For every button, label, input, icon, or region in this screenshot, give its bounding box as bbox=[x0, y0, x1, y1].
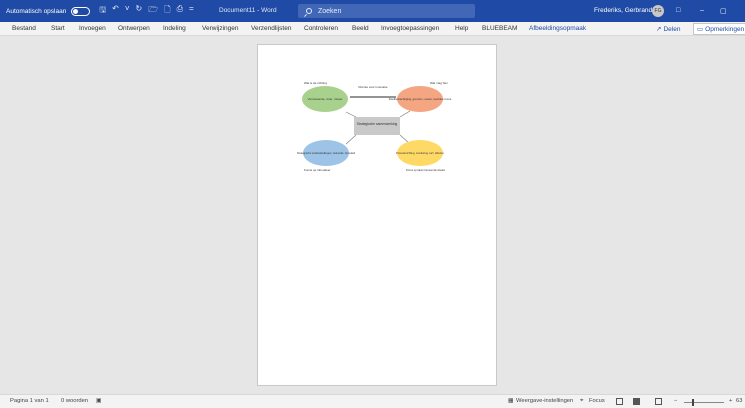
display-settings-button[interactable]: Weergave-instellingen bbox=[516, 398, 573, 404]
ribbon-tabs: Bestand Start Invoegen Ontwerpen Indelin… bbox=[0, 22, 745, 36]
comments-button[interactable]: ▭ Opmerkingen bbox=[693, 23, 745, 35]
tab-controleren[interactable]: Controleren bbox=[304, 25, 338, 32]
tab-invoegtoepassingen[interactable]: Invoegtoepassingen bbox=[381, 25, 439, 32]
label-top-right: Wat mag hier bbox=[430, 81, 448, 85]
focus-icon: ⌖ bbox=[580, 398, 584, 404]
ribbon-display-icon[interactable]: □ bbox=[676, 7, 680, 14]
share-icon: ↗ bbox=[656, 26, 662, 33]
ellipse-green-text: Verrassende, visie, missie bbox=[308, 97, 343, 101]
share-label: Delen bbox=[663, 25, 681, 33]
title-bar: Automatisch opslaan 🖫 ↶ ˅ ↻ 🗁 🗋 ⎙ = Docu… bbox=[0, 0, 745, 22]
zoom-level[interactable]: 63 bbox=[736, 398, 742, 404]
user-name[interactable]: Frederiks, Gerbrand bbox=[594, 7, 652, 14]
search-box[interactable]: Zoeken bbox=[298, 4, 475, 18]
customize-toolbar-icon[interactable]: = bbox=[189, 4, 194, 18]
read-mode-icon[interactable] bbox=[616, 398, 623, 405]
ellipse-blue-text: Strategische eindoelstellingen, wiskunde… bbox=[297, 151, 356, 155]
quick-access-toolbar: Automatisch opslaan 🖫 ↶ ˅ ↻ 🗁 🗋 ⎙ = bbox=[0, 4, 194, 18]
autosave-toggle[interactable] bbox=[71, 6, 91, 16]
dropdown-icon[interactable]: ˅ bbox=[125, 4, 130, 18]
tab-invoegen[interactable]: Invoegen bbox=[79, 25, 106, 32]
minimize-icon[interactable]: – bbox=[700, 7, 704, 14]
search-placeholder: Zoeken bbox=[318, 7, 342, 15]
tab-bluebeam[interactable]: BLUEBEAM bbox=[482, 25, 517, 32]
tab-afbeeldingsopmaak[interactable]: Afbeeldingsopmaak bbox=[529, 25, 586, 32]
quick-access-icons: 🖫 ↶ ˅ ↻ 🗁 🗋 ⎙ = bbox=[99, 4, 193, 18]
zoom-out-button[interactable]: − bbox=[674, 398, 677, 404]
connector-tl bbox=[345, 111, 357, 118]
arrow-label: Ruimte voor innovatie bbox=[358, 85, 387, 89]
ellipse-orange-text: Doelbekrachtiging, grenzen, meten, kenba… bbox=[389, 97, 452, 101]
tab-beeld[interactable]: Beeld bbox=[352, 25, 369, 32]
avatar[interactable]: FG bbox=[652, 5, 664, 17]
toggle-knob bbox=[73, 8, 79, 14]
connector-tr bbox=[399, 110, 411, 118]
label-bottom-left: Focus op inhoudeer bbox=[304, 168, 331, 172]
print-icon[interactable]: ⎙ bbox=[177, 4, 183, 18]
redo-icon[interactable]: ↻ bbox=[136, 4, 143, 18]
page-count[interactable]: Pagina 1 van 1 bbox=[10, 398, 49, 404]
zoom-slider-thumb[interactable] bbox=[692, 399, 694, 406]
tab-start[interactable]: Start bbox=[51, 25, 65, 32]
diagram-figure[interactable]: Strategische samenwerking Verrassende, v… bbox=[258, 45, 498, 387]
center-box[interactable] bbox=[354, 117, 400, 135]
display-settings-icon: ▦ bbox=[508, 398, 514, 404]
accessibility-icon[interactable]: ▣ bbox=[96, 398, 101, 404]
share-button[interactable]: ↗ Delen bbox=[656, 24, 689, 34]
connector-bl bbox=[345, 134, 357, 145]
zoom-in-button[interactable]: + bbox=[729, 398, 732, 404]
web-layout-icon[interactable] bbox=[655, 398, 662, 405]
comments-label: Opmerkingen bbox=[705, 25, 745, 33]
tab-ontwerpen[interactable]: Ontwerpen bbox=[118, 25, 150, 32]
print-layout-icon[interactable] bbox=[633, 398, 640, 405]
zoom-slider[interactable] bbox=[684, 402, 724, 403]
document-page[interactable]: Strategische samenwerking Verrassende, v… bbox=[257, 44, 497, 386]
center-text: Strategische samenwerking bbox=[357, 122, 398, 126]
document-canvas[interactable]: Strategische samenwerking Verrassende, v… bbox=[0, 36, 745, 394]
maximize-icon[interactable]: ▢ bbox=[720, 7, 727, 15]
focus-button[interactable]: Focus bbox=[589, 398, 605, 404]
search-icon bbox=[306, 8, 312, 14]
ellipse-yellow-text: Procesinrichting, monitoring, ke'f, effe… bbox=[396, 151, 445, 155]
tab-verzendlijsten[interactable]: Verzendlijsten bbox=[251, 25, 291, 32]
tab-help[interactable]: Help bbox=[455, 25, 468, 32]
label-bottom-right: Focus op taken benoemde doelen bbox=[406, 168, 446, 172]
undo-icon[interactable]: ↶ bbox=[112, 4, 119, 18]
autosave-label: Automatisch opslaan bbox=[6, 7, 67, 15]
tab-verwijzingen[interactable]: Verwijzingen bbox=[202, 25, 239, 32]
word-count[interactable]: 0 woorden bbox=[61, 398, 88, 404]
comment-icon: ▭ bbox=[697, 26, 704, 33]
new-document-icon[interactable]: 🗋 bbox=[164, 4, 170, 18]
document-title: Document11 - Word bbox=[219, 7, 277, 14]
tab-indeling[interactable]: Indeling bbox=[163, 25, 186, 32]
tab-bestand[interactable]: Bestand bbox=[12, 25, 36, 32]
open-folder-icon[interactable]: 🗁 bbox=[148, 4, 158, 18]
save-icon[interactable]: 🖫 bbox=[99, 4, 106, 18]
status-bar: Pagina 1 van 1 0 woorden ▣ ▦ Weergave-in… bbox=[0, 394, 745, 408]
label-top-left: Wat is de richting bbox=[304, 81, 327, 85]
